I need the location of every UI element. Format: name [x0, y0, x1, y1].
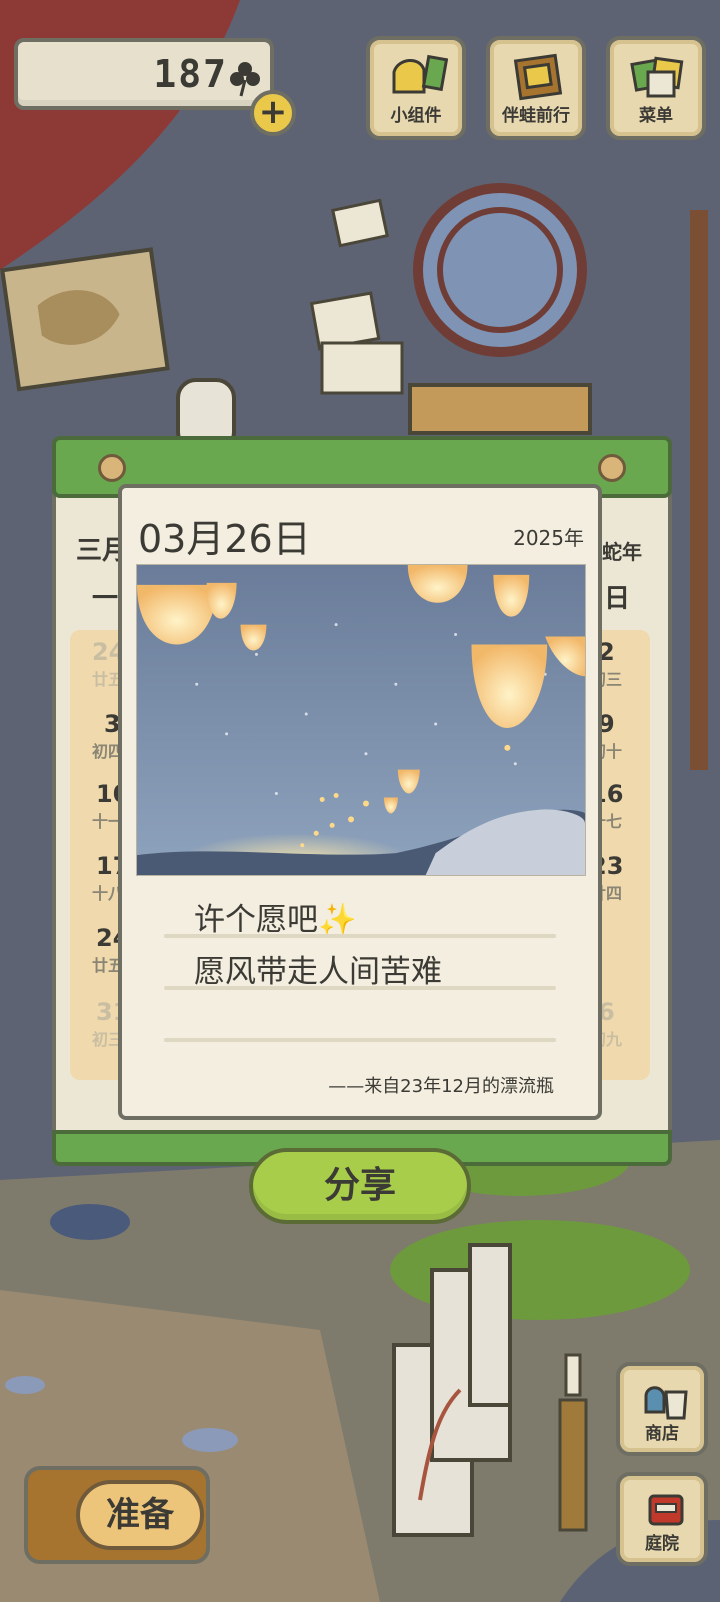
prepare-label: 准备 [76, 1480, 204, 1550]
menu-icon [630, 56, 684, 98]
divider [164, 934, 556, 938]
divider [164, 986, 556, 990]
daily-card: 03月26日 2025年 许个愿吧✨ 愿风带走人间苦难 ——来自23年12月的漂… [118, 484, 602, 1120]
pin-icon [598, 454, 626, 482]
widget-button-label: 小组件 [390, 106, 442, 126]
clover-count: 187 [153, 52, 228, 96]
pin-icon [98, 454, 126, 482]
mailbox-icon [648, 1494, 684, 1526]
widget-button[interactable]: 小组件 [366, 36, 466, 140]
wish-line-2: 愿风带走人间苦难 [194, 954, 442, 990]
widget-icon [392, 54, 448, 94]
wish-line-1: 许个愿吧✨ [194, 902, 357, 938]
clover-icon [230, 62, 260, 97]
menu-label: 菜单 [639, 106, 673, 126]
sky-lanterns-image [136, 564, 586, 876]
yard-button[interactable]: 庭院 [616, 1472, 708, 1566]
share-button[interactable]: 分享 [249, 1148, 471, 1224]
card-source: ——来自23年12月的漂流瓶 [328, 1076, 554, 1097]
divider [164, 1038, 556, 1042]
calendar-year-label: 蛇年 [602, 540, 642, 564]
card-year: 2025年 [513, 526, 584, 550]
frog-companion-icon [513, 53, 563, 101]
calendar-weekday-sun: 日 [604, 584, 631, 614]
yard-label: 庭院 [645, 1534, 679, 1554]
clover-counter: 187 [14, 38, 274, 110]
shop-bag-icon [644, 1386, 688, 1420]
calendar-weekday-mon: 一 [92, 584, 119, 614]
frog-companion-label: 伴蛙前行 [502, 106, 570, 126]
frog-companion-button[interactable]: 伴蛙前行 [486, 36, 586, 140]
shop-label: 商店 [645, 1424, 679, 1444]
prepare-button[interactable]: 准备 [24, 1466, 210, 1564]
card-date: 03月26日 [138, 517, 311, 561]
menu-button[interactable]: 菜单 [606, 36, 706, 140]
plus-icon: + [258, 92, 288, 132]
shop-button[interactable]: 商店 [616, 1362, 708, 1456]
add-clover-button[interactable]: + [250, 90, 296, 136]
